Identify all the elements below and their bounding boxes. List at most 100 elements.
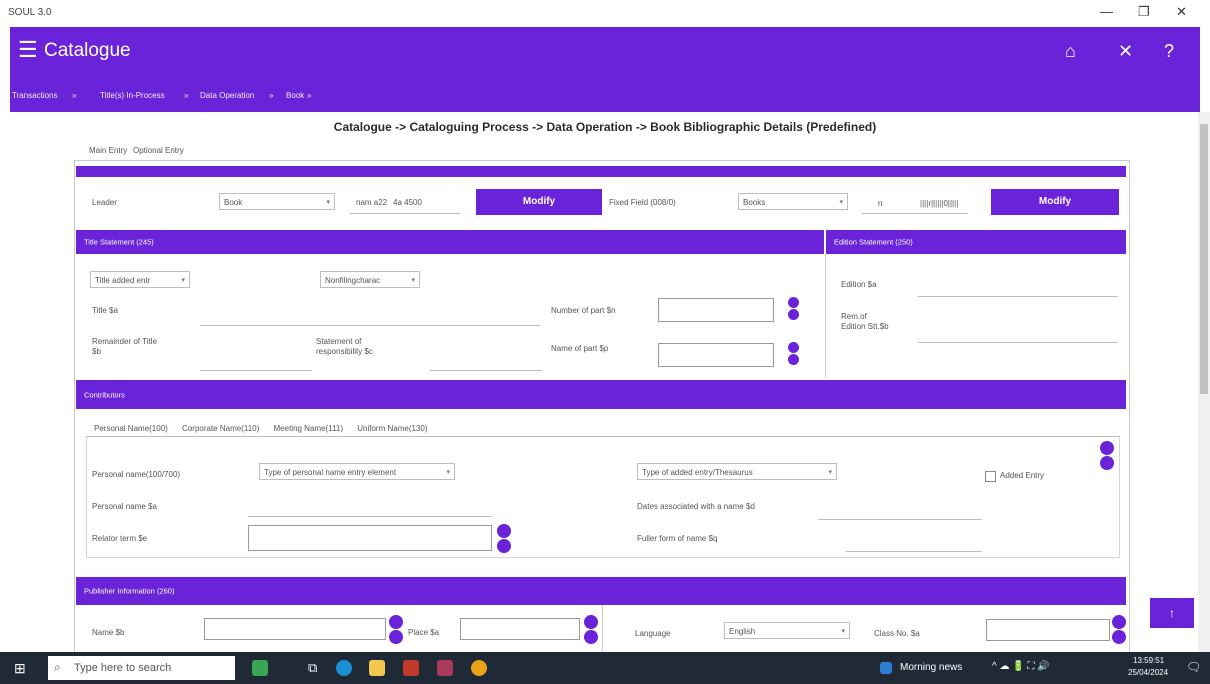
breadcrumb: Transactions » Title(s) In-Process » Dat… [10, 78, 1200, 112]
title-statement-heading: Title Statement (245) [84, 237, 154, 247]
page-title: Catalogue -> Cataloguing Process -> Data… [333, 120, 877, 134]
remove-icon[interactable] [389, 630, 403, 644]
edition-a-label: Edition $a [841, 280, 877, 289]
relator-add-remove[interactable] [497, 523, 511, 554]
edition-statement-heading: Edition Statement (250) [834, 237, 913, 247]
fuller-form-label: Fuller form of name $q [637, 534, 718, 543]
fuller-form-input[interactable] [846, 550, 982, 552]
windows-start-icon[interactable]: ⊞ [14, 660, 26, 677]
add-icon[interactable] [788, 297, 799, 308]
contributor-panel [86, 436, 1120, 558]
contributor-tabs: Personal Name(100) Corporate Name(110) M… [94, 424, 440, 433]
edge-browser-icon[interactable] [336, 660, 352, 676]
personal-name-label: Personal name(100/700) [92, 470, 181, 479]
notification-icon[interactable]: 🗨 [1186, 660, 1201, 674]
file-explorer-icon[interactable] [369, 660, 385, 676]
window-titlebar: SOUL 3.0 — ❐ ✕ [0, 0, 1210, 27]
class-no-input[interactable] [986, 619, 1110, 641]
breadcrumb-item-titles[interactable]: Title(s) In-Process [100, 91, 165, 100]
place-add-remove[interactable] [584, 614, 598, 645]
edition-rem-label-b: Edition Stt.$b [841, 322, 889, 331]
menu-icon[interactable]: ☰ [18, 39, 38, 61]
breadcrumb-item-transactions[interactable]: Transactions [12, 91, 58, 100]
number-part-add-remove[interactable] [788, 296, 801, 321]
add-icon[interactable] [584, 615, 598, 629]
personal-name-type-select[interactable]: Type of personal name entry element ▾ [259, 463, 455, 480]
clock-time[interactable]: 13:59:51 [1133, 656, 1164, 665]
statement-resp-input[interactable] [430, 369, 542, 371]
tab-meeting-name[interactable]: Meeting Name(111) [274, 424, 344, 433]
title-statement-band: Title Statement (245) [76, 230, 824, 254]
contributor-add-remove[interactable] [1100, 440, 1114, 471]
close-icon[interactable]: ✕ [1118, 41, 1133, 62]
soul-app-icon-2[interactable] [437, 660, 453, 676]
system-tray-icons[interactable]: ^ ☁ 🔋 ⛶ 🔊 [992, 661, 1050, 672]
app-title: Catalogue [44, 40, 131, 61]
personal-name-a-input[interactable] [248, 515, 492, 517]
chrome-browser-icon[interactable] [471, 660, 487, 676]
title-added-entry-select[interactable]: Title added entr ▾ [90, 271, 190, 288]
tab-personal-name[interactable]: Personal Name(100) [94, 424, 168, 433]
remove-icon[interactable] [1100, 456, 1114, 470]
place-input[interactable] [460, 618, 580, 640]
remove-icon[interactable] [584, 630, 598, 644]
edition-rem-input[interactable] [918, 341, 1118, 343]
breadcrumb-separator: » [184, 91, 189, 100]
added-entry-type-value: Type of added entry/Thesaurus [642, 468, 753, 477]
add-icon[interactable] [788, 342, 799, 353]
leader-modify-button[interactable]: Modify [476, 189, 602, 215]
class-no-add-remove[interactable] [1112, 614, 1126, 645]
language-select[interactable]: English ▾ [724, 622, 850, 639]
weather-widget-icon[interactable] [252, 660, 268, 676]
name-part-input[interactable] [658, 343, 774, 367]
number-part-input[interactable] [658, 298, 774, 322]
remove-icon[interactable] [788, 309, 799, 320]
maximize-button[interactable]: ❐ [1138, 4, 1150, 20]
fixed-field-modify-button[interactable]: Modify [991, 189, 1119, 215]
news-widget[interactable]: Morning news [900, 662, 962, 673]
fixed-field-select[interactable]: Books ▾ [738, 193, 848, 210]
relator-term-input[interactable] [248, 525, 492, 551]
tab-uniform-name[interactable]: Uniform Name(130) [357, 424, 427, 433]
help-icon[interactable]: ? [1164, 41, 1174, 62]
added-entry-checkbox[interactable] [985, 471, 996, 482]
edition-a-input[interactable] [918, 295, 1118, 297]
remove-icon[interactable] [788, 354, 799, 365]
publisher-name-add-remove[interactable] [389, 614, 403, 645]
news-icon [880, 662, 892, 674]
breadcrumb-item-data-operation[interactable]: Data Operation [200, 91, 254, 100]
remainder-title-input[interactable] [200, 369, 312, 371]
remove-icon[interactable] [1112, 630, 1126, 644]
breadcrumb-item-book[interactable]: Book [286, 91, 304, 100]
publisher-name-input[interactable] [204, 618, 386, 640]
soul-app-icon[interactable] [403, 660, 419, 676]
nonfiling-value: Nonfilingcharac [325, 276, 381, 285]
name-part-add-remove[interactable] [788, 341, 801, 366]
tab-optional-entry[interactable]: Optional Entry [133, 146, 184, 155]
add-icon[interactable] [389, 615, 403, 629]
task-view-icon[interactable]: ⧉ [308, 660, 317, 676]
dates-input[interactable] [818, 518, 982, 520]
clock-date[interactable]: 25/04/2024 [1128, 668, 1168, 677]
window-close-button[interactable]: ✕ [1176, 4, 1187, 20]
remove-icon[interactable] [497, 539, 511, 553]
relator-term-label: Relator term $e [92, 534, 148, 543]
taskbar-search[interactable]: ⌕ Type here to search [48, 656, 235, 680]
tab-main-entry[interactable]: Main Entry [89, 146, 127, 155]
home-icon[interactable]: ⌂ [1065, 41, 1076, 62]
scrollbar-thumb[interactable] [1200, 124, 1208, 394]
add-icon[interactable] [1112, 615, 1126, 629]
add-icon[interactable] [497, 524, 511, 538]
add-icon[interactable] [1100, 441, 1114, 455]
breadcrumb-separator: » [269, 91, 274, 100]
scroll-top-button[interactable]: ↑ [1150, 598, 1194, 628]
tab-corporate-name[interactable]: Corporate Name(110) [182, 424, 259, 433]
added-entry-type-select[interactable]: Type of added entry/Thesaurus ▾ [637, 463, 837, 480]
minimize-button[interactable]: — [1100, 4, 1113, 19]
title-added-entry-value: Title added entr [95, 276, 151, 285]
leader-type-select[interactable]: Book ▾ [219, 193, 335, 210]
title-a-input[interactable] [200, 324, 540, 326]
vertical-scrollbar[interactable] [1198, 112, 1210, 652]
name-part-label: Name of part $p [551, 344, 609, 353]
nonfiling-select[interactable]: Nonfilingcharac ▾ [320, 271, 420, 288]
